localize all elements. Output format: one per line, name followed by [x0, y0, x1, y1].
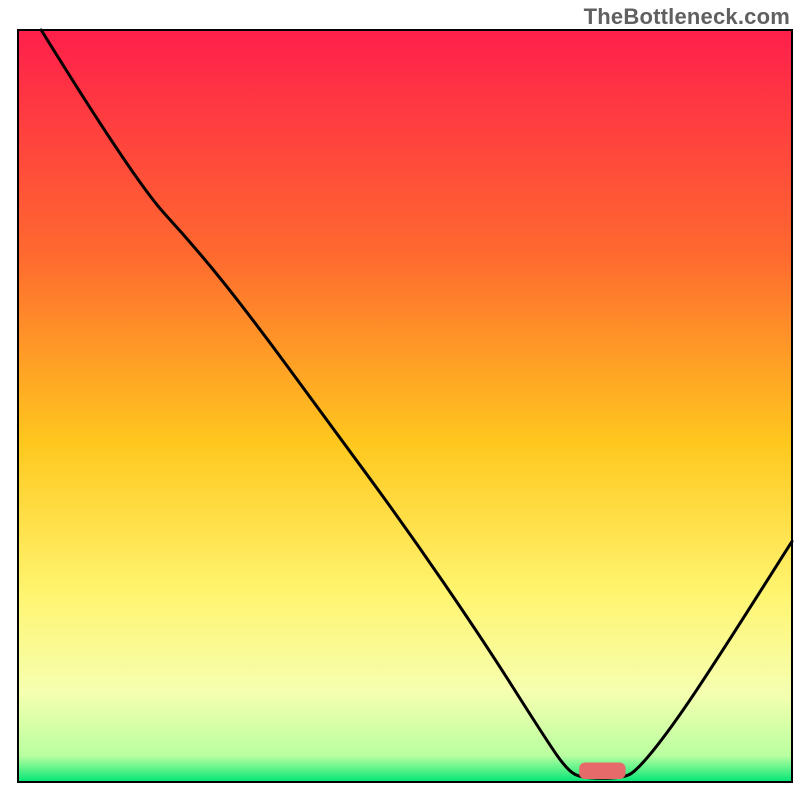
chart-container: TheBottleneck.com: [0, 0, 800, 800]
optimal-marker: [579, 762, 625, 779]
chart-background: [18, 30, 792, 782]
watermark-label: TheBottleneck.com: [584, 4, 790, 30]
bottleneck-chart: [0, 0, 800, 800]
